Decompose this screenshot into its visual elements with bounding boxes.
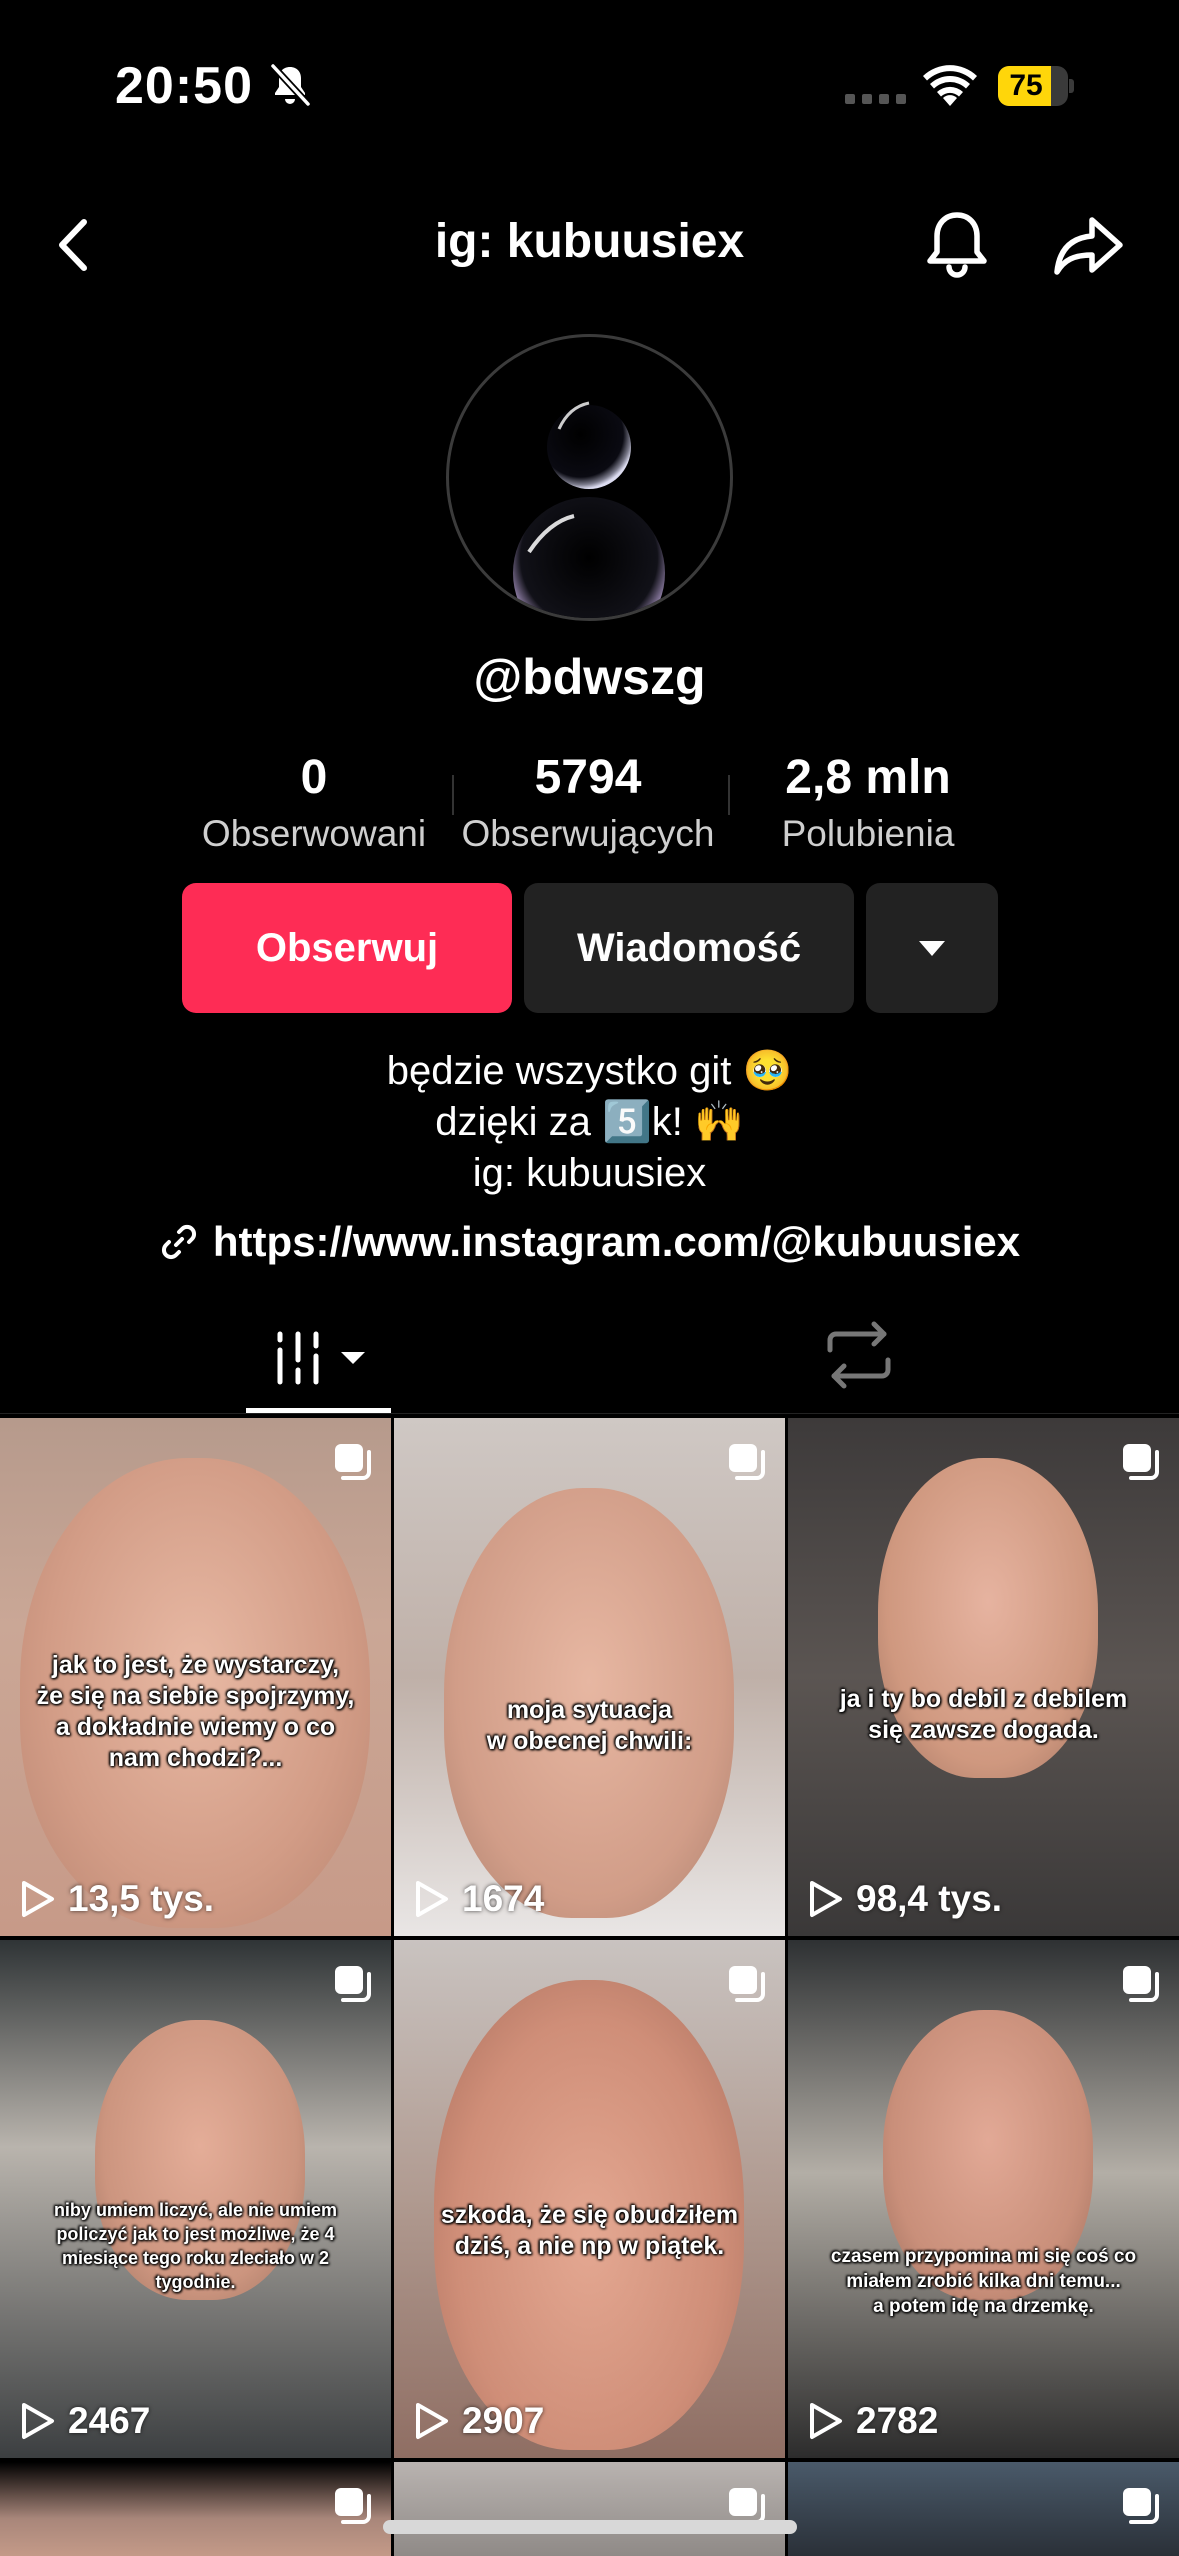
multi-photo-icon xyxy=(335,1966,371,2002)
battery-indicator: 75 xyxy=(998,66,1074,106)
profile-link-text: https://www.instagram.com/@kubuusiex xyxy=(212,1218,1021,1265)
follow-button[interactable]: Obserwuj xyxy=(182,883,512,1013)
battery-level: 75 xyxy=(1009,69,1043,102)
view-count-text: 2467 xyxy=(68,2400,151,2441)
bio-line: dzięki za 5️⃣k! 🙌 xyxy=(435,1100,744,1144)
video-caption: ja i ty bo debil z debilem się zawsze dog… xyxy=(839,1685,1128,1744)
wifi-icon xyxy=(923,65,977,106)
view-count: 2467 xyxy=(18,2400,150,2442)
video-tile[interactable]: niby umiem liczyć, ale nie umiem policzyć… xyxy=(0,1940,391,2458)
stat-likes-label: Polubienia xyxy=(781,813,955,854)
stat-followers-value: 5794 xyxy=(534,751,642,804)
tab-videos[interactable] xyxy=(246,1300,391,1416)
stat-following-value: 0 xyxy=(300,751,328,804)
view-count-text: 2907 xyxy=(462,2400,545,2441)
cellular-signal-icon xyxy=(845,94,906,104)
video-tile[interactable]: jak to jest, że wystarczy, że się na sieb… xyxy=(0,1418,391,1936)
view-count: 2782 xyxy=(806,2400,938,2442)
home-indicator[interactable] xyxy=(383,2520,797,2534)
video-caption: niby umiem liczyć, ale nie umiem policzyć… xyxy=(53,2200,338,2292)
view-count-text: 13,5 tys. xyxy=(68,1878,215,1919)
video-caption: moja sytuacja w obecnej chwili: xyxy=(486,1696,693,1755)
video-caption: czasem przypomina mi się coś co miałem zr… xyxy=(830,2246,1137,2317)
view-count: 98,4 tys. xyxy=(806,1878,1002,1920)
stat-following[interactable]: 0 Obserwowani xyxy=(190,750,438,855)
message-button[interactable]: Wiadomość xyxy=(524,883,854,1013)
stat-likes[interactable]: 2,8 mln Polubienia xyxy=(744,750,992,855)
bio: będzie wszystko git 🥹 dzięki za 5️⃣k! 🙌 … xyxy=(0,1046,1179,1199)
tabs-divider xyxy=(0,1413,1179,1414)
video-tile[interactable]: szkoda, że się obudziłem dziś, a nie np w… xyxy=(394,1940,785,2458)
video-tile[interactable] xyxy=(0,2462,391,2556)
multi-photo-icon xyxy=(335,2488,371,2524)
avatar-image xyxy=(513,401,665,618)
video-caption: jak to jest, że wystarczy, że się na sieb… xyxy=(36,1651,355,1772)
multi-photo-icon xyxy=(729,1444,765,1480)
stat-following-label: Obserwowani xyxy=(201,813,427,854)
stat-followers-label: Obserwujących xyxy=(461,813,715,854)
video-caption: szkoda, że się obudziłem dziś, a nie np w… xyxy=(440,2201,739,2260)
view-count-text: 2782 xyxy=(856,2400,939,2441)
bio-line: ig: kubuusiex xyxy=(472,1151,707,1195)
play-icon xyxy=(416,1881,448,1917)
stat-divider xyxy=(728,775,730,815)
view-count: 13,5 tys. xyxy=(18,1878,214,1920)
status-bar: 20:50 75 xyxy=(0,0,1179,150)
caret-down-icon xyxy=(340,1352,365,1364)
multi-photo-icon xyxy=(729,1966,765,2002)
bell-icon[interactable] xyxy=(922,205,992,283)
video-tile[interactable] xyxy=(394,2462,785,2556)
multi-photo-icon xyxy=(1123,2488,1159,2524)
view-count-text: 98,4 tys. xyxy=(856,1878,1003,1919)
status-time: 20:50 xyxy=(115,57,253,115)
view-count: 1674 xyxy=(412,1878,544,1920)
more-options-button[interactable] xyxy=(866,883,998,1013)
multi-photo-icon xyxy=(1123,1966,1159,2002)
repost-icon[interactable] xyxy=(820,1320,898,1390)
stat-likes-value: 2,8 mln xyxy=(785,751,951,804)
video-tile[interactable]: czasem przypomina mi się coś co miałem zr… xyxy=(788,1940,1179,2458)
page-title: ig: kubuusiex xyxy=(434,215,745,268)
bell-off-icon xyxy=(270,63,311,107)
multi-photo-icon xyxy=(335,1444,371,1480)
play-icon xyxy=(22,2403,54,2439)
video-tile[interactable] xyxy=(788,2462,1179,2556)
video-tile[interactable]: ja i ty bo debil z debilem się zawsze dog… xyxy=(788,1418,1179,1936)
grid-columns-icon xyxy=(277,1331,318,1385)
multi-photo-icon xyxy=(1123,1444,1159,1480)
play-icon xyxy=(810,1881,842,1917)
avatar[interactable] xyxy=(446,334,733,621)
bio-line: będzie wszystko git 🥹 xyxy=(386,1049,793,1093)
view-count-text: 1674 xyxy=(462,1878,545,1919)
profile-link[interactable]: https://www.instagram.com/@kubuusiex xyxy=(0,1218,1179,1266)
caret-down-icon xyxy=(919,940,945,956)
link-icon xyxy=(161,1224,196,1260)
username: @bdwszg xyxy=(473,649,706,705)
view-count: 2907 xyxy=(412,2400,544,2442)
video-tile[interactable]: moja sytuacja w obecnej chwili: 1674 xyxy=(394,1418,785,1936)
play-icon xyxy=(22,1881,54,1917)
play-icon xyxy=(810,2403,842,2439)
play-icon xyxy=(416,2403,448,2439)
share-icon[interactable] xyxy=(1052,210,1126,280)
stat-followers[interactable]: 5794 Obserwujących xyxy=(452,750,724,855)
